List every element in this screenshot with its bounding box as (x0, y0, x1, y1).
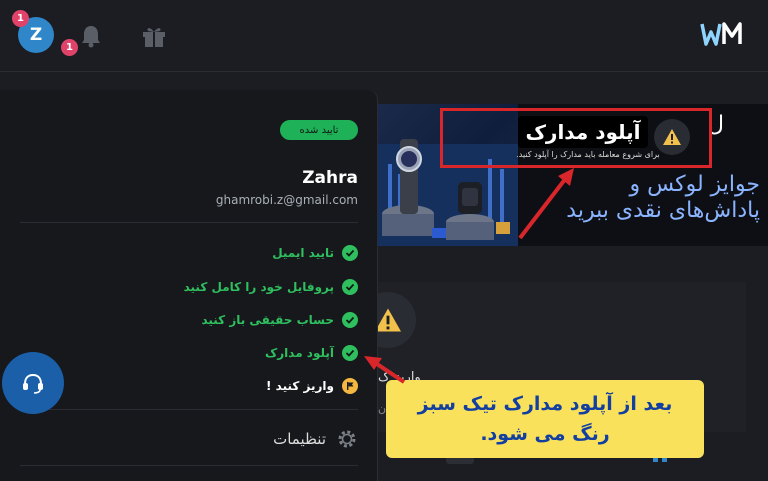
settings-menu-item[interactable]: تنظیمات (273, 428, 358, 450)
avatar-notification-badge: 1 (12, 10, 29, 27)
step-verify-email[interactable]: تایید ایمیل (272, 245, 358, 261)
settings-label: تنظیمات (273, 430, 326, 448)
upload-documents-title: آپلود مدارک (518, 116, 648, 148)
check-icon (342, 312, 358, 328)
upload-documents-subtitle: برای شروع معامله باید مدارک را آپلود کنی… (516, 150, 660, 159)
divider (20, 409, 358, 410)
step-label: آپلود مدارک (264, 346, 334, 360)
headset-icon (23, 373, 43, 394)
status-badge: تایید شده (280, 120, 358, 140)
bell-icon[interactable] (80, 24, 102, 48)
step-upload-documents[interactable]: آپلود مدارک (265, 345, 358, 361)
top-bar: Z 1 1 (0, 0, 768, 72)
check-icon (342, 279, 358, 295)
username: Zahra (302, 168, 358, 188)
brand-logo[interactable] (700, 20, 746, 48)
bell-notification-badge: 1 (61, 39, 78, 56)
step-complete-profile[interactable]: پروفایل خود را کامل کنید (184, 279, 358, 295)
banner-headline-line2: پاداش‌های نقدی ببرید (566, 198, 760, 223)
annotation-line2: رنگ می شود. (480, 423, 610, 445)
support-button[interactable] (2, 352, 64, 414)
step-deposit[interactable]: واریز کنید ! (266, 378, 358, 394)
step-label: پروفایل خود را کامل کنید (183, 280, 334, 294)
step-open-real-account[interactable]: حساب حقیقی باز کنید (201, 312, 358, 328)
user-email: ghamrobi.z@gmail.com (215, 193, 358, 207)
annotation-line1: بعد از آپلود مدارک تیک سبز (417, 393, 673, 415)
divider (20, 222, 358, 223)
warning-icon (654, 119, 690, 155)
flag-icon (342, 378, 358, 394)
divider (20, 465, 358, 466)
gift-icon[interactable] (141, 24, 167, 48)
check-icon (342, 345, 358, 361)
step-label: حساب حقیقی باز کنید (201, 313, 334, 327)
step-label: تایید ایمیل (272, 246, 334, 260)
step-label: واریز کنید ! (266, 379, 334, 393)
gear-icon (338, 430, 356, 448)
annotation-callout: بعد از آپلود مدارک تیک سبز رنگ می شود. (386, 380, 704, 458)
banner-headline-line1: جوایز لوکس و (629, 172, 760, 197)
check-icon (342, 245, 358, 261)
